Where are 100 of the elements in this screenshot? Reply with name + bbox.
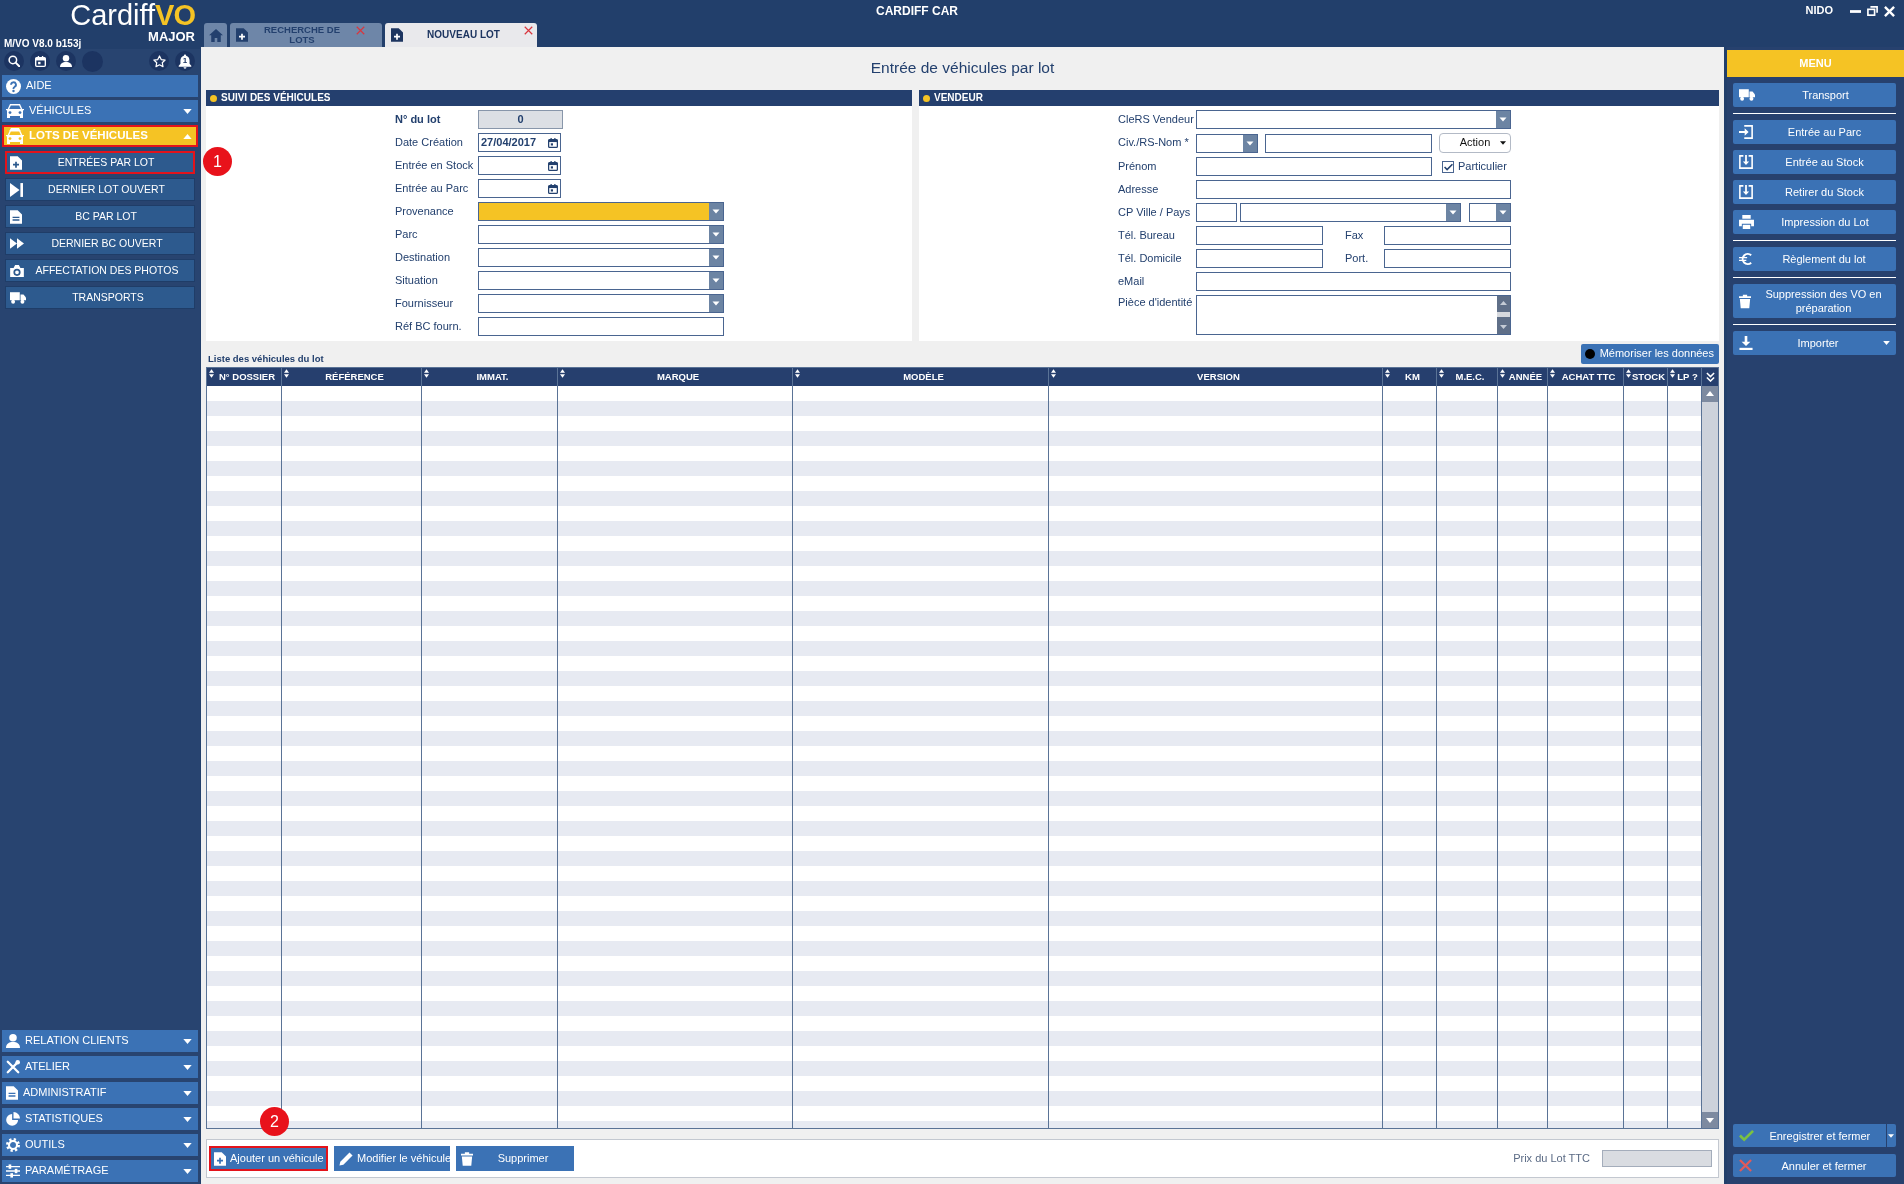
nav-group[interactable]: STATISTIQUES [2,1108,198,1130]
nav-item[interactable]: DERNIER BC OUVERT [5,232,195,255]
dropdown-field[interactable] [1469,203,1511,222]
field-label: Provenance [395,204,454,219]
menu-button[interactable]: Importer [1733,331,1896,355]
caret-down-icon [1888,1133,1895,1138]
nav-item[interactable]: ENTRÉES PAR LOT [5,151,195,174]
date-field[interactable]: 27/04/2017 [478,133,561,152]
text-field[interactable] [1196,180,1511,199]
menu-header: MENU [1727,50,1904,77]
bullet-icon [210,94,217,102]
scrollbar[interactable] [1702,386,1718,1128]
menu-button[interactable]: Entrée au Parc [1733,120,1896,144]
nav-item[interactable]: TRANSPORTS [5,286,195,309]
text-field[interactable] [1384,249,1511,268]
home-tab[interactable] [204,23,227,47]
check-icon [1443,162,1453,171]
delete-button[interactable]: Supprimer [456,1146,574,1171]
tab[interactable]: NOUVEAU LOT [385,23,537,47]
download-icon [1739,336,1753,350]
cars-icon [6,128,24,144]
text-field[interactable] [1265,133,1432,153]
save-close-button[interactable]: Enregistrer et fermer [1733,1124,1886,1147]
bullet-icon [923,94,930,102]
dropdown-field[interactable] [478,202,724,221]
dropdown-field[interactable] [478,271,724,290]
field-label: Parc [395,227,418,242]
minimize-icon [1850,9,1861,13]
text-field[interactable] [1196,203,1237,222]
menu-button[interactable]: Entrée au Stock [1733,150,1896,174]
double-chevron-icon [1705,372,1715,382]
memorize-button[interactable]: Mémoriser les données [1580,344,1719,364]
panel-title: SUIVI DES VÉHICULES [221,92,331,104]
field-label: Civ./RS-Nom * [1118,135,1190,150]
nav-group[interactable]: PARAMÉTRAGE [2,1160,198,1182]
favorites-button[interactable] [149,51,169,71]
user-button[interactable] [56,51,76,71]
edit-vehicle-button[interactable]: Modifier le véhicule [334,1146,450,1171]
calendar-icon [34,55,46,67]
menu-button[interactable]: Impression du Lot [1733,210,1896,234]
calendar-button[interactable] [30,51,50,71]
text-field[interactable] [478,317,724,336]
dropdown-field[interactable] [1240,203,1461,222]
nav-group[interactable]: OUTILS [2,1134,198,1156]
menu-button[interactable]: Règlement du lot [1733,247,1896,271]
printer-icon [1739,215,1754,229]
dropdown-field[interactable] [478,248,724,267]
nav-item[interactable]: DERNIER LOT OUVERT [5,178,195,201]
text-field[interactable] [1196,272,1511,291]
nav-item[interactable]: AFFECTATION DES PHOTOS [5,259,195,282]
field-label: Destination [395,250,451,265]
help-item[interactable]: AIDE [2,75,198,97]
nav-group[interactable]: VÉHICULES [2,100,198,122]
nav-group[interactable]: RELATION CLIENTS [2,1030,198,1052]
app-logo: CardiffVO [70,1,195,30]
dropdown-toggle-button[interactable] [1885,1124,1896,1147]
panel-title: VENDEUR [934,92,983,104]
version-label: M/VO V8.0 b153j [4,38,82,49]
date-field[interactable] [478,179,561,198]
text-field[interactable] [1384,226,1511,245]
page-title: Entrée de véhicules par lot [870,59,1055,78]
restore-button[interactable] [1864,3,1881,19]
person-icon [60,55,72,67]
nav-item[interactable]: BC PAR LOT [5,205,195,228]
dropdown-field[interactable] [1196,110,1511,129]
search-button[interactable] [4,51,24,71]
truck-icon [10,291,26,304]
text-field[interactable] [1196,157,1432,176]
dropdown-field[interactable] [478,294,724,313]
close-button[interactable] [1881,3,1898,19]
car-icon [6,104,24,118]
user-name: NIDO [1805,4,1833,18]
add-vehicle-button[interactable]: Ajouter un véhicule [209,1146,328,1171]
menu-button[interactable]: Transport [1733,83,1896,107]
document-plus-icon [214,1151,226,1166]
field-label: Prénom [1118,159,1158,174]
close-icon [356,26,365,35]
gear-icon [6,1138,20,1152]
field-label: CP Ville / Pays [1118,205,1192,220]
menu-button[interactable]: Suppression des VO en préparation [1733,284,1896,318]
dropdown-field[interactable] [1196,133,1258,153]
skip-forward-icon [10,182,23,197]
text-field[interactable] [1196,249,1323,268]
field-label: Date Création [395,135,463,150]
tab[interactable]: RECHERCHE DE LOTS [230,23,382,47]
text-area[interactable] [1196,295,1511,335]
cancel-close-button[interactable]: Annuler et fermer [1733,1154,1896,1177]
menu-button[interactable]: Retirer du Stock [1733,180,1896,204]
field-label: Entrée au Parc [395,181,469,196]
checkbox-label: Particulier [1458,159,1507,174]
notifications-button[interactable]: 1 [175,51,195,71]
dropdown-field[interactable] [478,225,724,244]
action-button[interactable]: Action [1439,133,1511,153]
checkbox[interactable] [1442,160,1454,173]
document-icon [6,1086,18,1100]
date-field[interactable] [478,156,561,175]
nav-group[interactable]: ADMINISTRATIF [2,1082,198,1104]
nav-group[interactable]: ATELIER [2,1056,198,1078]
text-field[interactable] [1196,226,1323,245]
close-icon [524,26,533,35]
